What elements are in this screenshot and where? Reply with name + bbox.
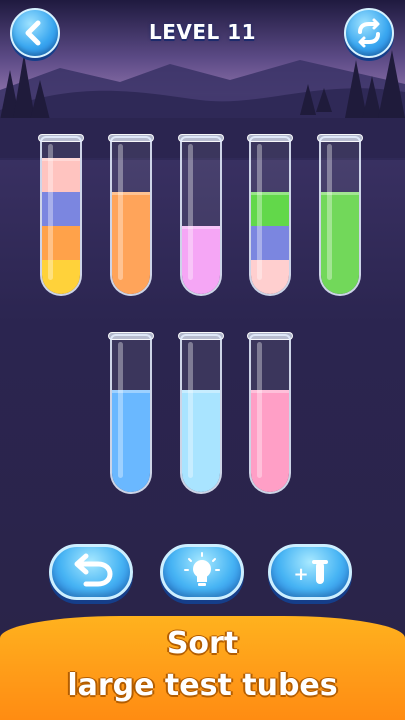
test-tube-7[interactable] [180,334,222,494]
tube-shine [118,342,123,478]
tube-shine [188,342,193,478]
tube-shine [188,144,193,280]
test-tube-2[interactable] [110,136,152,296]
tube-shine [118,144,123,280]
test-tube-4[interactable] [249,136,291,296]
banner-title: Sort [166,626,239,661]
tube-shine [327,144,332,280]
restart-arrows-icon [358,18,380,48]
test-tube-6[interactable] [110,334,152,494]
hint-button[interactable] [160,544,244,600]
tube-shine [257,342,262,478]
test-tube-8[interactable] [249,334,291,494]
restart-button[interactable] [344,8,394,58]
add-tube-button[interactable]: + [268,544,352,600]
test-tube-3[interactable] [180,136,222,296]
tube-shine [48,144,53,280]
test-tube-1[interactable] [40,136,82,296]
undo-arrow-icon [74,553,113,587]
undo-button[interactable] [49,544,133,600]
add-tube-plus-text: + [293,564,308,585]
add-tube-icon: + [293,560,328,585]
test-tube-5[interactable] [319,136,361,296]
tube-shine [257,144,262,280]
lightbulb-icon [184,552,220,586]
banner-subtitle: large test tubes [67,668,338,703]
